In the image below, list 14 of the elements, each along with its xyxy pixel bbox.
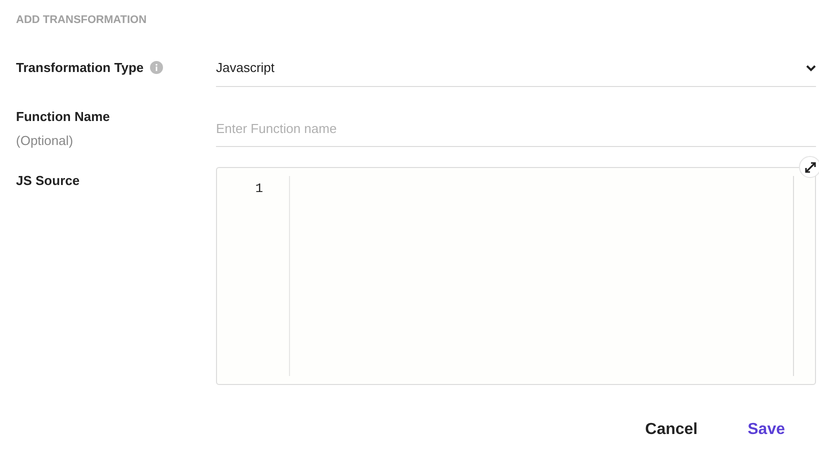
save-button[interactable]: Save [734,414,799,446]
field-label: Function Name [16,108,110,126]
expand-button[interactable] [799,156,819,178]
line-number: 1 [255,180,263,198]
chevron-down-icon [806,64,816,72]
field-label: Transformation Type [16,59,144,77]
field-label: JS Source [16,172,80,190]
optional-hint: (Optional) [16,132,74,150]
form-title: ADD TRANSFORMATION [16,13,147,28]
function-name-field[interactable]: Enter Function name [216,110,816,147]
type-select[interactable]: Javascript [216,50,816,87]
expand-icon [804,162,816,172]
code-editor[interactable]: 1 [216,167,816,385]
cancel-button[interactable]: Cancel [631,414,712,446]
